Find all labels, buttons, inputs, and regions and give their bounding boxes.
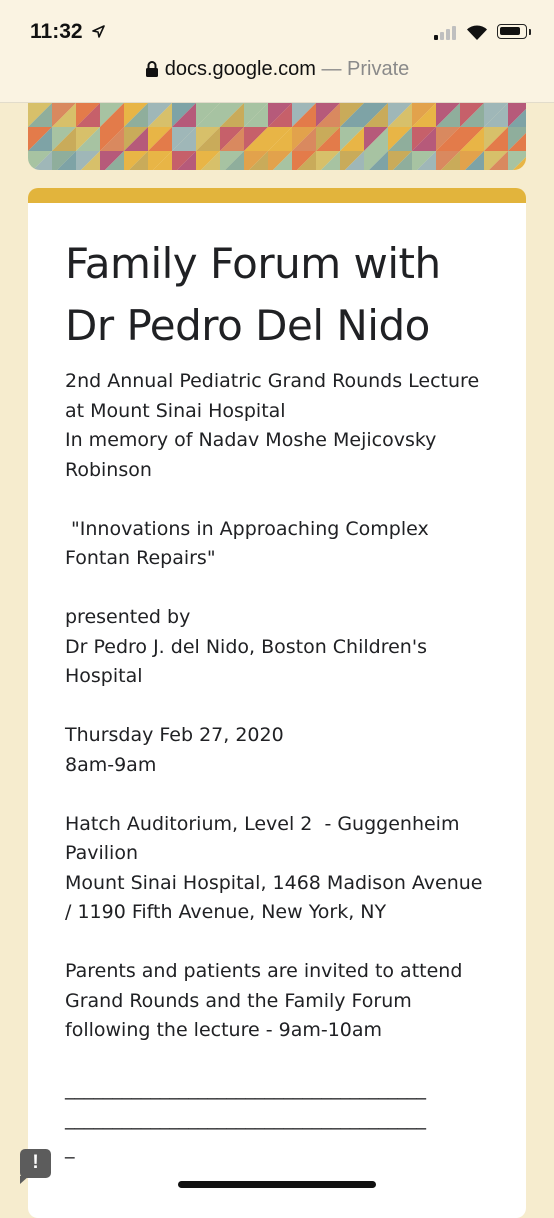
description-line: Hospital	[65, 665, 143, 687]
home-indicator[interactable]	[178, 1181, 376, 1188]
form-header-image	[28, 103, 526, 170]
description-line: / 1190 Fifth Avenue, New York, NY	[65, 901, 387, 923]
description-line: _	[65, 1137, 75, 1159]
description-line	[65, 485, 505, 515]
description-line: Hatch Auditorium, Level 2 - Guggenheim	[65, 812, 460, 835]
description-line	[65, 1046, 505, 1076]
url-bar[interactable]: docs.google.com — Private	[0, 58, 554, 81]
description-line: 2nd Annual Pediatric Grand Rounds Lectur…	[65, 370, 480, 392]
description-line	[65, 780, 505, 810]
status-time: 11:32	[30, 20, 83, 43]
description-line: Grand Rounds and the Family Forum	[65, 989, 412, 1012]
battery-icon	[497, 24, 527, 39]
description-line: Robinson	[65, 458, 152, 481]
report-feedback-button[interactable]: !	[20, 1149, 51, 1178]
description-line: ______________________________________	[65, 1107, 426, 1130]
url-domain: docs.google.com	[164, 58, 316, 80]
description-line: Thursday Feb 27, 2020	[65, 724, 284, 746]
description-line: Mount Sinai Hospital, 1468 Madison Avenu…	[65, 871, 483, 894]
cellular-signal-icon	[434, 26, 456, 40]
description-line: at Mount Sinai Hospital	[65, 399, 286, 422]
description-line: Pavilion	[65, 842, 138, 864]
browsing-mode-label: — Private	[315, 58, 410, 80]
location-arrow-icon	[92, 25, 105, 38]
description-line: "Innovations in Approaching Complex	[65, 517, 429, 540]
description-line: Dr Pedro J. del Nido, Boston Children's	[65, 635, 427, 658]
description-line: Parents and patients are invited to atte…	[65, 960, 463, 982]
description-line	[65, 928, 505, 958]
description-line	[65, 574, 505, 604]
form-description: 2nd Annual Pediatric Grand Rounds Lectur…	[65, 367, 505, 1164]
lock-icon	[145, 61, 158, 77]
description-line	[65, 692, 505, 722]
description-line: In memory of Nadav Moshe Mejicovsky	[65, 429, 437, 451]
form-header-card: Family Forum with Dr Pedro Del Nido 2nd …	[28, 188, 526, 1218]
status-bar: 11:32 docs.google.com — Private	[0, 0, 554, 103]
description-line: ______________________________________	[65, 1078, 426, 1100]
description-line: presented by	[65, 606, 191, 628]
description-line: following the lecture - 9am-10am	[65, 1019, 383, 1041]
report-feedback-icon: !	[32, 1152, 39, 1173]
description-line: Fontan Repairs"	[65, 547, 216, 569]
description-line: 8am-9am	[65, 753, 157, 776]
wifi-icon	[467, 25, 487, 40]
form-title: Family Forum with Dr Pedro Del Nido	[65, 239, 441, 350]
